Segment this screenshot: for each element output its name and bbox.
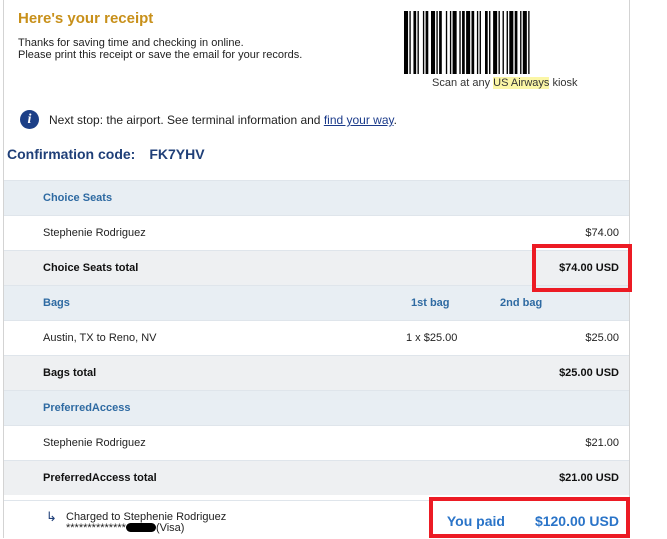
kiosk-note: Scan at any US Airways kiosk (432, 77, 578, 89)
total-label: PreferredAccess total (43, 472, 157, 484)
return-arrow-icon: ↳ (46, 509, 57, 524)
card-number: ************** (Visa) (66, 523, 226, 534)
next-stop-message: Next stop: the airport. See terminal inf… (49, 113, 397, 127)
barcode-bar (476, 11, 479, 74)
receipt-intro: Thanks for saving time and checking in o… (18, 37, 302, 61)
barcode-bar (445, 11, 448, 74)
barcode-bar (409, 11, 411, 74)
barcode-bar (514, 11, 518, 74)
barcode-bar (439, 11, 442, 74)
line-amount: $25.00 (585, 332, 619, 344)
kiosk-note-prefix: Scan at any (432, 77, 494, 89)
barcode-bar (520, 11, 522, 74)
barcode-bar (485, 11, 488, 74)
route: Austin, TX to Reno, NV (43, 332, 157, 344)
barcode-bar (459, 11, 461, 74)
section-title: Bags (43, 297, 70, 309)
intro-line-1: Thanks for saving time and checking in o… (18, 37, 244, 49)
barcode-bar (493, 11, 498, 74)
barcode-bar (413, 11, 417, 74)
total-label: Choice Seats total (43, 262, 139, 274)
table-row: Stephenie Rodriguez $21.00 (4, 425, 629, 460)
barcode-bar (479, 11, 481, 74)
barcode-bar (436, 11, 438, 74)
barcode-bar (452, 11, 457, 74)
highlight-box-choice-seats-total (532, 244, 632, 292)
table-row: Austin, TX to Reno, NV 1 x $25.00 $25.00 (4, 320, 629, 355)
redaction-mark (125, 523, 156, 532)
next-stop-suffix: . (393, 113, 397, 127)
barcode-bar (431, 11, 436, 74)
find-your-way-link[interactable]: find your way (324, 113, 394, 127)
barcode-bar (449, 11, 452, 74)
section-header-preferred-access: PreferredAccess (4, 390, 629, 425)
preferred-access-total-row: PreferredAccess total $21.00 USD (4, 460, 629, 495)
total-amount: $25.00 USD (559, 367, 619, 379)
card-mask: ************** (66, 522, 126, 534)
barcode-bar (417, 11, 419, 74)
intro-line-2: Please print this receipt or save the em… (18, 49, 303, 61)
charged-to-info: Charged to Stephenie Rodriguez *********… (66, 512, 226, 534)
kiosk-note-suffix: kiosk (549, 77, 578, 89)
card-type: (Visa) (155, 522, 185, 534)
barcode-bar (502, 11, 504, 74)
receipt-title: Here's your receipt (18, 10, 154, 27)
section-header-choice-seats: Choice Seats (4, 180, 629, 215)
barcode-bar (489, 11, 491, 74)
charges-table: Choice Seats Stephenie Rodriguez $74.00 … (4, 180, 629, 495)
highlight-box-you-paid (429, 497, 630, 538)
barcode-bar (506, 11, 508, 74)
next-stop-text: Next stop: the airport. See terminal inf… (49, 113, 324, 127)
barcode-bar (509, 11, 514, 74)
barcode-bar (528, 11, 530, 74)
confirmation-label: Confirmation code: (7, 146, 136, 162)
bags-total-row: Bags total $25.00 USD (4, 355, 629, 390)
barcode-bar (522, 11, 527, 74)
total-amount: $21.00 USD (559, 472, 619, 484)
barcode-bar (466, 11, 471, 74)
total-label: Bags total (43, 367, 97, 379)
barcode-bar (498, 11, 500, 74)
barcode-bar (471, 11, 475, 74)
passenger-name: Stephenie Rodriguez (43, 227, 146, 239)
barcode-bar (425, 11, 429, 74)
section-title: Choice Seats (43, 192, 113, 204)
info-icon: i (20, 110, 39, 129)
barcode-bar (422, 11, 425, 74)
line-amount: $21.00 (585, 437, 619, 449)
confirmation-code: Confirmation code: FK7YHV (7, 146, 205, 162)
column-header-1st-bag: 1st bag (411, 297, 450, 309)
barcode-bar (462, 11, 465, 74)
line-amount: $74.00 (585, 227, 619, 239)
section-title: PreferredAccess (43, 402, 131, 414)
boarding-barcode (404, 11, 530, 74)
barcode-bar (404, 11, 409, 74)
passenger-name: Stephenie Rodriguez (43, 437, 146, 449)
kiosk-brand: US Airways (493, 77, 550, 89)
confirmation-value: FK7YHV (149, 146, 205, 162)
column-header-2nd-bag: 2nd bag (500, 297, 543, 309)
bag-quantity: 1 x $25.00 (406, 332, 458, 344)
